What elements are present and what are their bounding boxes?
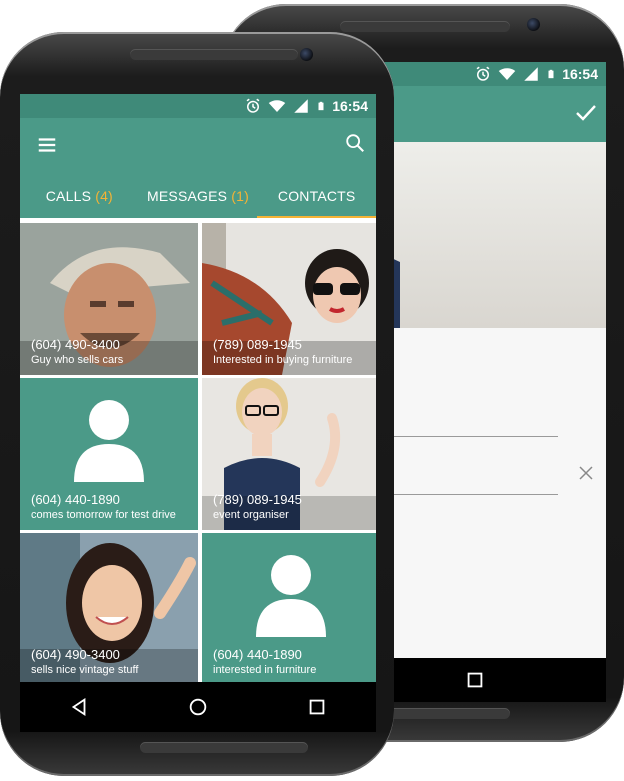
contact-tile[interactable]: (604) 440-1890 interested in furniture bbox=[202, 533, 376, 683]
status-icons: 16:54 bbox=[244, 97, 368, 115]
battery-icon bbox=[318, 101, 324, 111]
wifi-icon bbox=[268, 100, 286, 112]
signal-icon bbox=[524, 67, 538, 81]
tab-messages[interactable]: MESSAGES (1) bbox=[139, 176, 258, 218]
woman-sunglasses-photo bbox=[202, 223, 376, 375]
nav-bar bbox=[20, 682, 376, 732]
alarm-icon bbox=[246, 98, 260, 113]
tab-messages-count: (1) bbox=[231, 188, 249, 204]
contact-phone: (789) 089-1945 bbox=[213, 337, 302, 352]
front-phone-speaker bbox=[130, 49, 298, 60]
back-status-time: 16:54 bbox=[562, 66, 598, 82]
tab-contacts-label: CONTACTS bbox=[277, 188, 356, 204]
contact-note: interested in furniture bbox=[213, 664, 317, 676]
tab-calls-count: (4) bbox=[95, 188, 113, 204]
close-icon[interactable] bbox=[577, 464, 595, 482]
signal-icon bbox=[294, 99, 308, 113]
contact-phone: (604) 490-3400 bbox=[31, 337, 120, 352]
contact-note: event organiser bbox=[213, 509, 289, 521]
tab-messages-label: MESSAGES bbox=[147, 188, 228, 204]
recents-icon[interactable] bbox=[306, 696, 328, 718]
contact-tile[interactable]: (604) 440-1890 comes tomorrow for test d… bbox=[20, 378, 198, 530]
alarm-icon bbox=[476, 66, 490, 81]
wifi-icon bbox=[498, 68, 516, 80]
contact-phone: (604) 440-1890 bbox=[213, 647, 302, 662]
tab-contacts[interactable]: CONTACTS bbox=[257, 176, 376, 218]
contact-tile[interactable]: (604) 490-3400 Guy who sells cars bbox=[20, 223, 198, 375]
contact-note: Interested in buying furniture bbox=[213, 354, 353, 366]
contact-phone: (789) 089-1945 bbox=[213, 492, 302, 507]
man-with-cap-photo bbox=[20, 223, 198, 375]
contact-note: sells nice vintage stuff bbox=[31, 664, 139, 676]
search-icon[interactable] bbox=[344, 132, 366, 154]
check-icon[interactable] bbox=[574, 101, 598, 125]
tab-bar: CALLS (4) MESSAGES (1) CONTACTS bbox=[20, 176, 376, 218]
contact-tile[interactable]: (789) 089-1945 Interested in buying furn… bbox=[202, 223, 376, 375]
tab-calls[interactable]: CALLS (4) bbox=[20, 176, 139, 218]
contact-tile[interactable]: (789) 089-1945 event organiser bbox=[202, 378, 376, 530]
woman-glasses-photo bbox=[202, 378, 376, 530]
contact-phone: (604) 440-1890 bbox=[31, 492, 120, 507]
contact-tile[interactable]: (604) 490-3400 sells nice vintage stuff bbox=[20, 533, 198, 683]
status-time: 16:54 bbox=[332, 98, 368, 114]
contacts-grid: (604) 490-3400 Guy who sells cars (789) … bbox=[20, 223, 376, 683]
status-bar: 16:54 bbox=[20, 94, 376, 118]
battery-icon bbox=[548, 69, 554, 79]
tab-calls-label: CALLS bbox=[45, 188, 92, 204]
contact-note: Guy who sells cars bbox=[31, 354, 124, 366]
contact-phone: (604) 490-3400 bbox=[31, 647, 120, 662]
placeholder-person-icon bbox=[74, 400, 144, 482]
contact-note: comes tomorrow for test drive bbox=[31, 509, 176, 521]
front-screen: 16:54 CALLS (4) MESSAGES (1) CONTACTS (6… bbox=[20, 94, 376, 732]
front-phone-bottom-speaker bbox=[140, 742, 308, 753]
back-icon[interactable] bbox=[68, 696, 90, 718]
home-icon[interactable] bbox=[187, 696, 209, 718]
back-phone-camera bbox=[527, 18, 540, 31]
menu-icon[interactable] bbox=[36, 134, 58, 156]
front-phone-camera bbox=[300, 48, 313, 61]
back-phone-speaker bbox=[340, 21, 510, 32]
back-status-icons: 16:54 bbox=[474, 65, 598, 83]
front-phone: 16:54 CALLS (4) MESSAGES (1) CONTACTS (6… bbox=[0, 32, 394, 776]
recents-icon[interactable] bbox=[464, 669, 486, 691]
